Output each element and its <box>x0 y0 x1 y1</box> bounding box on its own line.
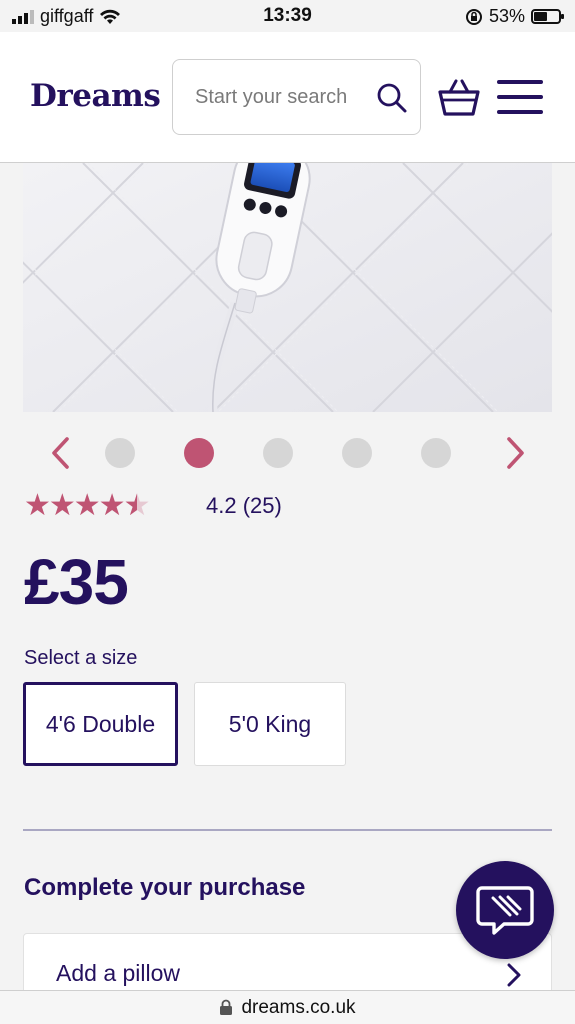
orientation-lock-icon <box>465 8 482 25</box>
site-header: Dreams <box>0 32 575 163</box>
section-divider <box>23 829 552 831</box>
add-pillow-label: Add a pillow <box>56 960 181 986</box>
menu-icon[interactable] <box>497 80 543 114</box>
carousel-dot[interactable] <box>184 438 214 468</box>
carousel-dot[interactable] <box>342 438 372 468</box>
status-bar: giffgaff 13:39 53% <box>0 0 575 32</box>
rating-summary[interactable]: 4.2 (25) <box>206 493 282 519</box>
chevron-right-icon <box>507 963 521 987</box>
search-box[interactable] <box>172 59 421 135</box>
chat-icon <box>476 886 534 935</box>
basket-icon[interactable] <box>437 76 481 118</box>
complete-purchase-heading: Complete your purchase <box>24 874 306 901</box>
size-option-4ft6-double[interactable]: 4'6 Double <box>23 682 178 766</box>
chevron-left-icon[interactable] <box>46 435 76 471</box>
search-icon[interactable] <box>376 82 408 114</box>
dreams-logo[interactable]: Dreams <box>30 78 161 114</box>
lock-icon <box>220 999 233 1015</box>
search-input[interactable] <box>195 85 365 109</box>
battery-level <box>534 12 547 21</box>
battery-percentage: 53% <box>488 6 525 26</box>
star-rating-icon: ★★★★★ ★★★★★ <box>24 491 150 521</box>
url-domain: dreams.co.uk <box>241 996 356 1018</box>
battery-icon <box>531 9 564 24</box>
carousel-dot[interactable] <box>263 438 293 468</box>
carousel-dot[interactable] <box>105 438 135 468</box>
status-right: 53% <box>465 6 564 27</box>
heated-mattress-cover-photo <box>23 163 552 412</box>
carousel-dot[interactable] <box>421 438 451 468</box>
product-rating[interactable]: ★★★★★ ★★★★★ 4.2 (25) <box>24 489 282 523</box>
image-carousel-controls <box>0 433 575 473</box>
chevron-right-icon[interactable] <box>500 435 530 471</box>
chat-button[interactable] <box>456 861 554 959</box>
browser-url-bar[interactable]: dreams.co.uk <box>0 990 575 1024</box>
product-price: £35 <box>24 546 129 618</box>
size-selector-label: Select a size <box>24 647 138 669</box>
size-option-5ft-king[interactable]: 5'0 King <box>194 682 346 766</box>
product-image[interactable] <box>23 163 552 412</box>
